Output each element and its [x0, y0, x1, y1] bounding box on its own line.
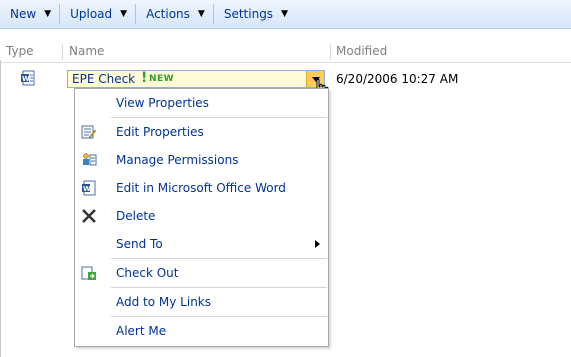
- menu-item-label: Manage Permissions: [116, 153, 239, 167]
- menu-item-label: View Properties: [116, 96, 209, 110]
- checked-out-exclamation: !: [141, 70, 148, 86]
- column-header-name[interactable]: Name: [69, 44, 104, 58]
- settings-label: Settings: [223, 7, 274, 21]
- menu-item-add-to-my-links[interactable]: Add to My Links: [75, 288, 328, 316]
- chevron-down-icon: ▼: [44, 9, 52, 19]
- menu-item-view-properties[interactable]: View Properties: [75, 89, 328, 117]
- check-out-icon: [81, 265, 97, 281]
- actions-label: Actions: [146, 7, 190, 21]
- toolbar: New ▼ Upload ▼ Actions ▼ Settings ▼: [0, 0, 571, 29]
- new-menu-button[interactable]: New ▼: [0, 4, 61, 24]
- menu-item-edit-in-word[interactable]: W Edit in Microsoft Office Word: [75, 174, 328, 202]
- permissions-icon: [81, 152, 97, 168]
- modified-date: 6/20/2006 10:27 AM: [336, 72, 459, 86]
- left-border: [0, 60, 1, 357]
- menu-item-label: Edit Properties: [116, 125, 204, 139]
- delete-x-icon: [81, 208, 97, 224]
- chevron-down-icon: ▼: [197, 9, 205, 19]
- column-header-modified[interactable]: Modified: [336, 44, 387, 58]
- item-context-menu: View Properties Edit Properties Manage P…: [74, 88, 329, 347]
- word-icon: W: [81, 180, 97, 196]
- menu-item-label: Add to My Links: [116, 295, 212, 309]
- menu-item-check-out[interactable]: Check Out: [75, 259, 328, 287]
- menu-item-alert-me[interactable]: Alert Me: [75, 317, 328, 345]
- chevron-down-icon: ▼: [120, 9, 128, 19]
- svg-text:W: W: [83, 185, 91, 193]
- menu-item-label: Edit in Microsoft Office Word: [116, 181, 286, 195]
- new-label: New: [10, 7, 37, 21]
- column-header-type[interactable]: Type: [6, 44, 34, 58]
- svg-text:W: W: [22, 75, 30, 83]
- document-name-cell[interactable]: EPE Check ! NEW: [67, 70, 325, 88]
- menu-item-label: Alert Me: [116, 324, 167, 338]
- menu-item-delete[interactable]: Delete: [75, 202, 328, 230]
- menu-item-label: Check Out: [116, 266, 179, 280]
- header-divider: [0, 62, 571, 63]
- new-badge: NEW: [149, 74, 175, 84]
- settings-menu-button[interactable]: Settings ▼: [214, 4, 296, 24]
- menu-item-label: Send To: [116, 237, 163, 251]
- menu-item-send-to[interactable]: Send To: [75, 230, 328, 258]
- menu-item-edit-properties[interactable]: Edit Properties: [75, 118, 328, 146]
- submenu-arrow-icon: [315, 240, 320, 248]
- upload-menu-button[interactable]: Upload ▼: [60, 4, 137, 24]
- menu-item-manage-permissions[interactable]: Manage Permissions: [75, 146, 328, 174]
- menu-item-label: Delete: [116, 209, 156, 223]
- upload-label: Upload: [70, 7, 113, 21]
- column-separator: [330, 44, 331, 60]
- column-separator: [62, 44, 63, 60]
- document-name-link[interactable]: EPE Check: [72, 72, 135, 86]
- chevron-down-icon: ▼: [281, 9, 288, 19]
- actions-menu-button[interactable]: Actions ▼: [136, 4, 214, 24]
- edit-properties-icon: [81, 124, 97, 140]
- word-document-icon[interactable]: W: [20, 70, 36, 86]
